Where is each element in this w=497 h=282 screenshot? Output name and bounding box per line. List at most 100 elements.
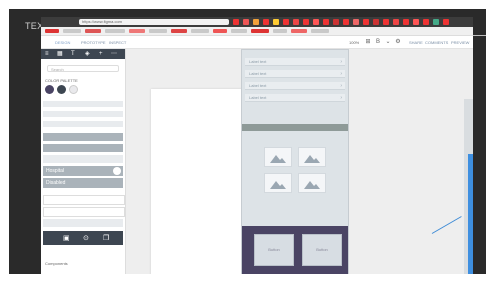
list-item[interactable]: Label text › [245, 70, 345, 78]
bookmark-item[interactable] [231, 29, 247, 33]
tab-prototype[interactable]: PROTOTYPE [81, 40, 106, 45]
bookmark-item[interactable] [311, 29, 329, 33]
bookmark-item[interactable] [85, 29, 101, 33]
plus-icon[interactable]: + [99, 51, 103, 57]
menu-icon[interactable]: ≡ [45, 51, 49, 57]
panel-toolbar: ≡ ▦ T ◈ + ⋯ [41, 49, 125, 59]
hospital-field[interactable]: Hospital [43, 166, 123, 176]
image-icon [270, 155, 286, 163]
list-item-label: Label text [249, 59, 267, 64]
extension-icon[interactable] [273, 19, 279, 25]
color-swatch[interactable] [45, 85, 54, 94]
text-icon[interactable]: B [375, 39, 381, 45]
extension-icon[interactable] [293, 19, 299, 25]
extension-icon[interactable] [263, 19, 269, 25]
footer-button[interactable]: Button [254, 234, 294, 266]
image-placeholder[interactable] [298, 147, 326, 167]
tab-inspect[interactable]: INSPECT [109, 40, 126, 45]
bookmark-item[interactable] [149, 29, 167, 33]
share-link[interactable]: SHARE [409, 40, 423, 45]
color-swatch[interactable] [57, 85, 66, 94]
disabled-field[interactable]: Disabled [43, 178, 123, 188]
extension-icon[interactable] [343, 19, 349, 25]
preview-link[interactable]: PREVIEW [451, 40, 469, 45]
list-item-label: Label text [249, 95, 267, 100]
figma-toolbar: DESIGN PROTOTYPE INSPECT 100% ⊞ B ⌄ ⚙ SH… [41, 36, 473, 49]
bookmarks-bar [41, 27, 473, 36]
bookmark-item[interactable] [273, 29, 287, 33]
dimension-inputs[interactable] [43, 207, 125, 217]
image-icon [304, 181, 320, 189]
mobile-artboard[interactable]: Label text › Label text › Label text › L… [241, 49, 349, 274]
search-input[interactable]: Search [47, 65, 119, 72]
extension-icon[interactable] [323, 19, 329, 25]
extension-icon[interactable] [373, 19, 379, 25]
panel-row[interactable] [43, 133, 123, 141]
footer-button[interactable]: Button [302, 234, 342, 266]
list-item[interactable]: Label text › [245, 82, 345, 90]
text-tool-icon[interactable]: T [71, 51, 75, 57]
image-icon [270, 181, 286, 189]
comments-link[interactable]: COMMENTS [425, 40, 448, 45]
color-swatch[interactable] [69, 85, 78, 94]
section-divider-bar [242, 124, 348, 131]
dimension-inputs[interactable] [43, 195, 125, 205]
component-icon[interactable]: ◈ [85, 51, 90, 57]
extension-icon[interactable] [393, 19, 399, 25]
image-placeholder[interactable] [264, 147, 292, 167]
more-icon[interactable]: ⋯ [111, 51, 117, 57]
gear-icon[interactable]: ⚙ [395, 39, 401, 45]
list-item[interactable]: Label text › [245, 94, 345, 102]
image-icon[interactable]: ▣ [63, 234, 70, 242]
image-icon [304, 155, 320, 163]
extension-icon[interactable] [243, 19, 249, 25]
tab-design[interactable]: DESIGN [55, 40, 70, 45]
bookmark-item[interactable] [129, 29, 145, 33]
copy-icon[interactable]: ❐ [103, 234, 109, 242]
chevron-down-icon[interactable]: ⌄ [385, 39, 391, 45]
extension-icon[interactable] [313, 19, 319, 25]
extension-icon[interactable] [443, 19, 449, 25]
bookmark-item[interactable] [191, 29, 209, 33]
panel-row[interactable] [43, 101, 123, 107]
address-bar[interactable]: https://www.figma.com [79, 19, 229, 25]
panel-row[interactable] [43, 111, 123, 117]
extension-icon[interactable] [423, 19, 429, 25]
extension-icon[interactable] [403, 19, 409, 25]
toggle-knob[interactable] [113, 167, 121, 175]
panel-row[interactable] [43, 121, 123, 127]
prototype-connector [431, 216, 462, 234]
zoom-level[interactable]: 100% [349, 40, 359, 45]
panel-row[interactable] [43, 155, 123, 163]
frame-icon[interactable]: ⊞ [365, 39, 371, 45]
chevron-right-icon: › [340, 59, 342, 65]
footer-panel: Button Button [242, 226, 348, 274]
bookmark-item[interactable] [171, 29, 187, 33]
bookmark-item[interactable] [213, 29, 227, 33]
extension-icon[interactable] [433, 19, 439, 25]
list-item-label: Label text [249, 83, 267, 88]
panel-row[interactable] [43, 219, 123, 227]
extension-icon[interactable] [363, 19, 369, 25]
extension-icon[interactable] [413, 19, 419, 25]
bookmark-item[interactable] [251, 29, 269, 33]
chevron-right-icon: › [340, 95, 342, 101]
image-placeholder[interactable] [264, 173, 292, 193]
extension-icon[interactable] [383, 19, 389, 25]
extension-icon[interactable] [333, 19, 339, 25]
section-label: COLOR PALETTE [45, 78, 78, 83]
layers-icon[interactable]: ▦ [57, 51, 63, 57]
extension-icon[interactable] [283, 19, 289, 25]
extension-icon[interactable] [253, 19, 259, 25]
bookmark-item[interactable] [291, 29, 307, 33]
extension-icon[interactable] [303, 19, 309, 25]
link-icon[interactable]: ⊙ [83, 234, 89, 242]
image-placeholder[interactable] [298, 173, 326, 193]
extension-icon[interactable] [233, 19, 239, 25]
list-item[interactable]: Label text › [245, 58, 345, 66]
bookmark-item[interactable] [105, 29, 125, 33]
extension-icon[interactable] [353, 19, 359, 25]
bookmark-item[interactable] [45, 29, 59, 33]
bookmark-item[interactable] [63, 29, 81, 33]
panel-row[interactable] [43, 144, 123, 152]
